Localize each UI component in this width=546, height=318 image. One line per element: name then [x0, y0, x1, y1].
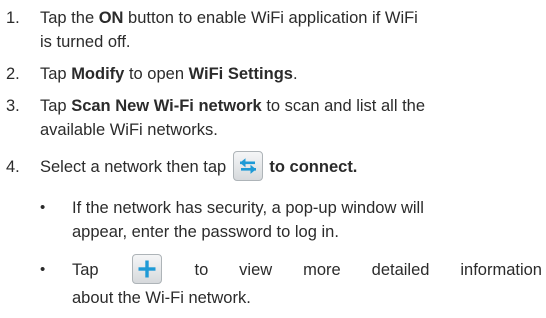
step-number: 2. [6, 65, 20, 83]
step-text: Tap Scan New Wi-Fi network to scan and l… [40, 94, 542, 142]
text-line: available WiFi networks. [40, 121, 218, 139]
step-1: 1. Tap the ON button to enable WiFi appl… [0, 6, 542, 54]
instructions-list: 1. Tap the ON button to enable WiFi appl… [0, 0, 546, 318]
bullet-text: Tap to view more detailed information ab… [72, 253, 542, 310]
swap-arrows-icon[interactable] [232, 150, 263, 181]
bullet-text: If the network has security, a pop-up wi… [72, 196, 542, 244]
step-number: 1. [6, 9, 20, 27]
text-line: appear, enter the password to log in. [72, 223, 339, 241]
step-4: 4. Select a network then tap to connect. [0, 150, 542, 184]
text-line: Tap to view more detailed information [72, 253, 542, 286]
text-line: about the Wi-Fi network. [72, 289, 251, 307]
text-fragment: to view more detailed information [194, 261, 542, 279]
text-fragment: Tap [72, 261, 99, 279]
text-fragment: Tap [40, 97, 72, 115]
bullet-item-details: • Tap to view more detailed information … [40, 253, 542, 310]
bullet-item-security: • If the network has security, a pop-up … [40, 196, 542, 244]
step-number: 4. [6, 158, 20, 176]
bullet-symbol: • [40, 199, 46, 216]
text-fragment: Tap the [40, 9, 99, 27]
step-2: 2. Tap Modify to open WiFi Settings. [0, 62, 542, 86]
bold-term: WiFi Settings [188, 65, 293, 83]
bold-term: ON [98, 9, 124, 27]
text-fragment: to scan and list all the [261, 97, 426, 115]
text-fragment: . [292, 65, 298, 83]
plus-icon[interactable] [131, 253, 162, 284]
text-line: is turned off. [40, 33, 131, 51]
bold-term: Modify [71, 65, 125, 83]
text-fragment: button to enable WiFi application if WiF… [123, 9, 418, 27]
text-fragment: to open [124, 65, 189, 83]
text-line: If the network has security, a pop-up wi… [72, 199, 424, 217]
step-text: Tap Modify to open WiFi Settings. [40, 62, 542, 86]
text-fragment: to connect. [269, 158, 358, 176]
text-fragment: Select a network then tap [40, 158, 227, 176]
bullet-symbol: • [40, 261, 46, 278]
text-fragment: Tap [40, 65, 72, 83]
step-text: Select a network then tap to connect. [40, 150, 542, 184]
step-3: 3. Tap Scan New Wi-Fi network to scan an… [0, 94, 542, 142]
step-text: Tap the ON button to enable WiFi applica… [40, 6, 542, 54]
step-number: 3. [6, 97, 20, 115]
bold-term: Scan New Wi-Fi network [71, 97, 262, 115]
